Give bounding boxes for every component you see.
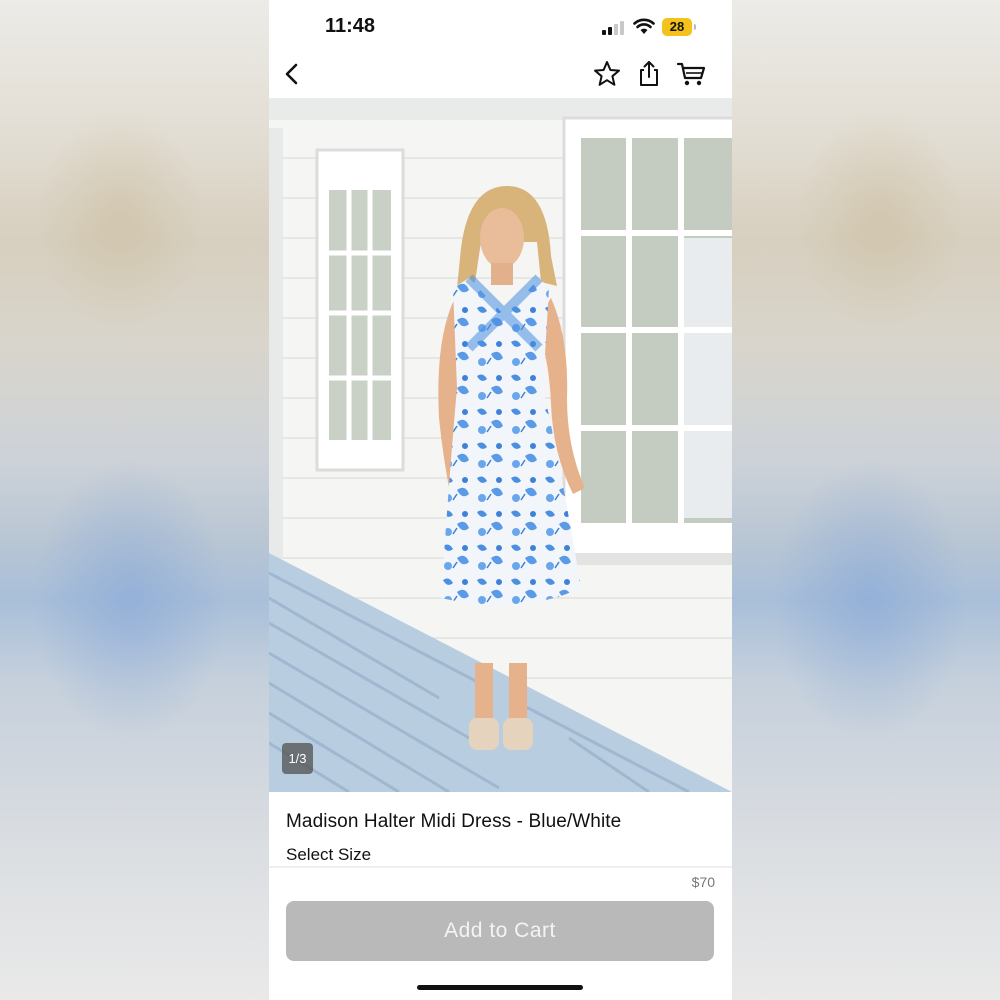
cellular-signal-icon [602, 19, 626, 35]
star-icon[interactable] [591, 58, 623, 90]
phone-screen: 11:48 28 1/3 Madison Halter Midi Dress -… [269, 0, 732, 1000]
battery-icon: 28 [662, 18, 696, 36]
nav-bar [269, 52, 732, 98]
add-to-cart-button[interactable]: Add to Cart [286, 901, 714, 961]
status-time: 11:48 [325, 15, 376, 37]
product-photo[interactable] [269, 98, 732, 792]
status-bar: 11:48 28 [269, 0, 732, 52]
select-size-label[interactable]: Select Size [286, 845, 371, 865]
wifi-icon [633, 17, 655, 35]
chevron-left-icon[interactable] [277, 58, 309, 90]
price: $70 [691, 874, 715, 890]
image-counter: 1/3 [282, 743, 313, 774]
share-icon[interactable] [633, 58, 665, 90]
home-indicator [417, 985, 583, 990]
product-title: Madison Halter Midi Dress - Blue/White [286, 811, 622, 832]
cart-icon[interactable] [675, 58, 707, 90]
divider [269, 866, 732, 868]
